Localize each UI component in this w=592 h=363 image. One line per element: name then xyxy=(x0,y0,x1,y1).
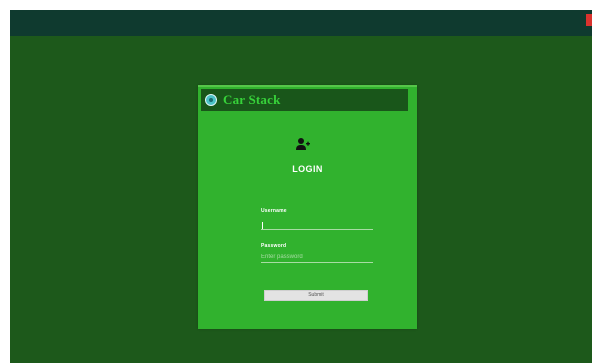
card-header: Car Stack xyxy=(201,89,408,111)
password-input[interactable] xyxy=(261,252,373,263)
app-window: Car Stack LOGIN Username Password Submit xyxy=(10,10,592,363)
brand-title: Car Stack xyxy=(223,92,281,107)
password-label: Password xyxy=(261,243,287,249)
text-caret xyxy=(262,222,263,229)
username-input[interactable] xyxy=(261,219,373,230)
brand-logo-icon xyxy=(205,94,217,106)
card-top-border xyxy=(198,85,417,87)
login-title: LOGIN xyxy=(292,164,323,174)
submit-button[interactable]: Submit xyxy=(264,290,368,301)
window-titlebar xyxy=(10,10,592,36)
username-label: Username xyxy=(261,208,287,214)
login-card: Car Stack LOGIN Username Password Submit xyxy=(198,85,417,329)
close-icon[interactable] xyxy=(586,14,592,26)
user-icon xyxy=(296,138,310,150)
